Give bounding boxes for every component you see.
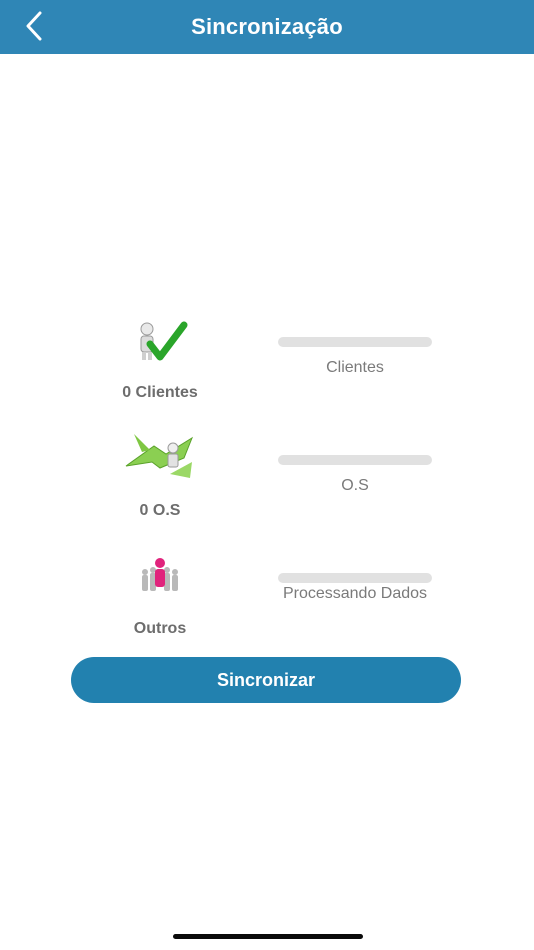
others-progress-bar (278, 573, 432, 583)
sync-row-others: Outros Processando Dados (0, 548, 534, 658)
home-indicator (173, 934, 363, 939)
clients-progress-caption: Clientes (326, 359, 384, 376)
clients-count-label: 0 Clientes (122, 384, 198, 401)
sync-row-service-orders: 0 O.S O.S (0, 428, 534, 538)
service-orders-progress-bar (278, 455, 432, 465)
service-orders-progress-caption: O.S (341, 477, 369, 494)
service-order-arrows-icon (110, 428, 210, 488)
service-orders-count-label: 0 O.S (139, 502, 181, 519)
page-title: Sincronização (191, 14, 343, 39)
others-label: Outros (133, 620, 187, 637)
sync-button[interactable]: Sincronizar (71, 657, 461, 703)
clients-check-icon (110, 317, 210, 377)
others-progress-caption: Processando Dados (282, 585, 428, 602)
sync-row-clients: 0 Clientes Clientes (0, 315, 534, 425)
clients-progress-bar (278, 337, 432, 347)
top-bar: Sincronização (0, 0, 534, 54)
others-person-icon (110, 553, 210, 613)
